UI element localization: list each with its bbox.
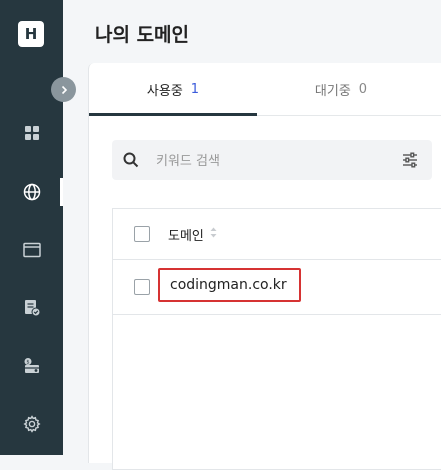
sidebar-collapse-button[interactable]	[51, 77, 76, 102]
app-logo[interactable]: H	[18, 21, 44, 47]
sidebar-item-domains[interactable]	[0, 172, 63, 212]
filter-sliders-icon[interactable]	[402, 152, 418, 172]
gear-icon	[22, 415, 41, 433]
sidebar-item-hosting[interactable]	[0, 230, 63, 270]
table-row: codingman.co.kr	[113, 259, 441, 315]
table-header: 도메인	[113, 209, 441, 260]
row-checkbox[interactable]	[134, 279, 150, 295]
tab-count: 1	[190, 81, 200, 97]
tab-label: 대기중	[314, 83, 351, 99]
dashboard-icon	[24, 125, 40, 141]
domain-table: 도메인 codingman.co.kr	[112, 208, 441, 470]
sidebar: H $	[0, 0, 63, 455]
globe-icon	[23, 183, 41, 201]
billing-card-icon: $	[23, 357, 41, 375]
tab-bar: 사용중 1 대기중 0	[89, 63, 441, 116]
search-bar	[112, 140, 432, 182]
domain-link[interactable]: codingman.co.kr	[158, 268, 301, 302]
sidebar-item-dashboard[interactable]	[0, 113, 63, 153]
sidebar-item-settings[interactable]	[0, 404, 63, 444]
tab-pending[interactable]: 대기중 0	[257, 63, 425, 115]
sidebar-item-documents[interactable]	[0, 288, 63, 328]
column-header-label: 도메인	[168, 229, 204, 244]
sidebar-item-billing[interactable]: $	[0, 346, 63, 386]
page-title: 나의 도메인	[95, 24, 190, 46]
search-input[interactable]	[154, 140, 388, 182]
active-indicator	[60, 178, 63, 206]
column-header-domain[interactable]: 도메인	[168, 225, 217, 244]
domain-card: 사용중 1 대기중 0 키워드 검색 도메인 codingman.co.kr	[88, 63, 441, 470]
sort-icon	[210, 227, 217, 242]
browser-window-icon	[22, 242, 41, 258]
select-all-checkbox[interactable]	[134, 226, 150, 242]
tab-label: 사용중	[146, 83, 183, 99]
svg-text:$: $	[26, 360, 29, 366]
document-check-icon	[23, 299, 41, 317]
tab-in-use[interactable]: 사용중 1	[89, 63, 257, 116]
tab-count: 0	[358, 81, 368, 97]
search-icon	[122, 151, 140, 173]
chevron-right-icon	[59, 80, 69, 99]
